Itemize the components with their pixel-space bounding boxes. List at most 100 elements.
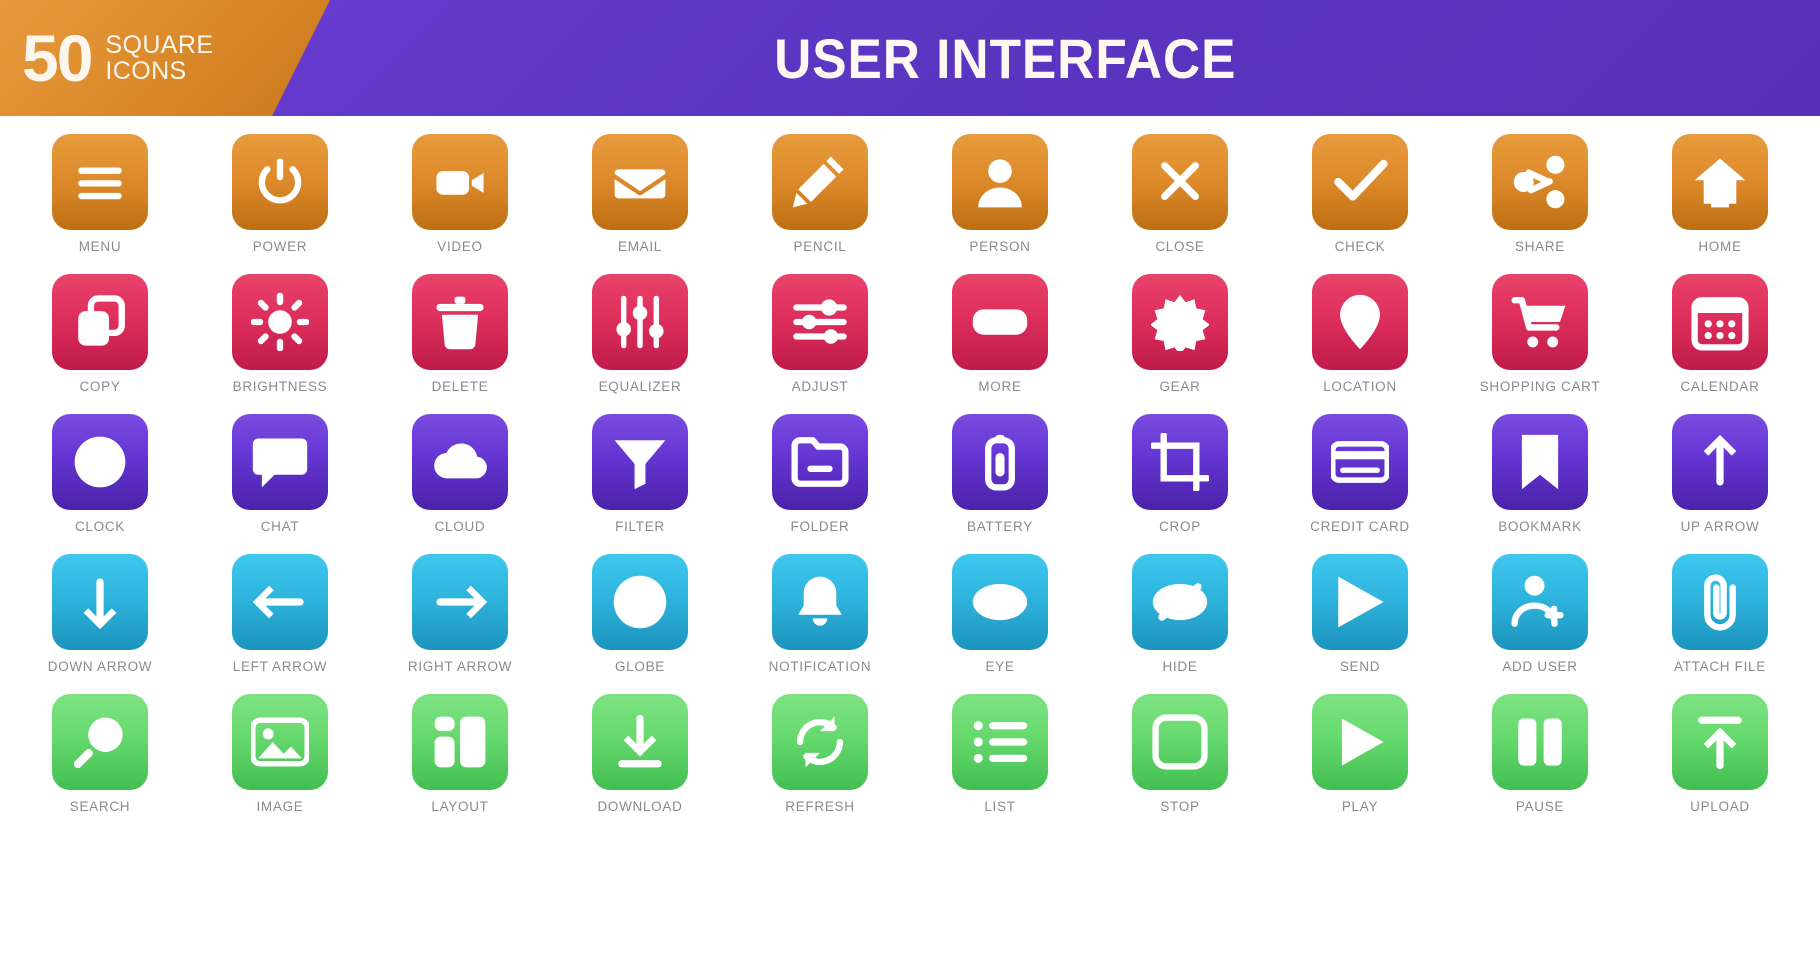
calendar-icon[interactable]: [1672, 274, 1768, 370]
add-user-icon[interactable]: [1492, 554, 1588, 650]
location-icon[interactable]: [1312, 274, 1408, 370]
pencil-icon[interactable]: [772, 134, 868, 230]
icon-cell-download[interactable]: DOWNLOAD: [562, 694, 718, 834]
upload-icon[interactable]: [1672, 694, 1768, 790]
right-arrow-icon[interactable]: [412, 554, 508, 650]
icon-cell-check[interactable]: CHECK: [1282, 134, 1438, 274]
more-icon[interactable]: [952, 274, 1048, 370]
icon-cell-chat[interactable]: CHAT: [202, 414, 358, 554]
icon-cell-folder[interactable]: FOLDER: [742, 414, 898, 554]
icon-cell-send[interactable]: SEND: [1282, 554, 1438, 694]
icon-cell-crop[interactable]: CROP: [1102, 414, 1258, 554]
icon-cell-stop[interactable]: STOP: [1102, 694, 1258, 834]
icon-cell-credit-card[interactable]: CREDIT CARD: [1282, 414, 1438, 554]
icon-cell-layout[interactable]: LAYOUT: [382, 694, 538, 834]
credit-card-icon[interactable]: [1312, 414, 1408, 510]
icon-cell-image[interactable]: IMAGE: [202, 694, 358, 834]
pause-icon[interactable]: [1492, 694, 1588, 790]
icon-cell-email[interactable]: EMAIL: [562, 134, 718, 274]
left-arrow-icon[interactable]: [232, 554, 328, 650]
icon-cell-right-arrow[interactable]: RIGHT ARROW: [382, 554, 538, 694]
refresh-icon[interactable]: [772, 694, 868, 790]
icon-cell-hide[interactable]: HIDE: [1102, 554, 1258, 694]
equalizer-icon[interactable]: [592, 274, 688, 370]
home-icon[interactable]: [1672, 134, 1768, 230]
icon-cell-more[interactable]: MORE: [922, 274, 1078, 414]
globe-icon[interactable]: [592, 554, 688, 650]
icon-cell-power[interactable]: POWER: [202, 134, 358, 274]
icon-cell-clock[interactable]: CLOCK: [22, 414, 178, 554]
icon-cell-video[interactable]: VIDEO: [382, 134, 538, 274]
icon-cell-menu[interactable]: MENU: [22, 134, 178, 274]
send-icon[interactable]: [1312, 554, 1408, 650]
list-icon[interactable]: [952, 694, 1048, 790]
image-icon[interactable]: [232, 694, 328, 790]
email-icon[interactable]: [592, 134, 688, 230]
icon-cell-globe[interactable]: GLOBE: [562, 554, 718, 694]
icon-cell-cloud[interactable]: CLOUD: [382, 414, 538, 554]
stop-icon[interactable]: [1132, 694, 1228, 790]
eye-icon[interactable]: [952, 554, 1048, 650]
icon-cell-location[interactable]: LOCATION: [1282, 274, 1438, 414]
icon-cell-filter[interactable]: FILTER: [562, 414, 718, 554]
shopping-cart-icon[interactable]: [1492, 274, 1588, 370]
delete-icon[interactable]: [412, 274, 508, 370]
icon-cell-upload[interactable]: UPLOAD: [1642, 694, 1798, 834]
share-icon[interactable]: [1492, 134, 1588, 230]
icon-cell-calendar[interactable]: CALENDAR: [1642, 274, 1798, 414]
icon-cell-close[interactable]: CLOSE: [1102, 134, 1258, 274]
crop-icon[interactable]: [1132, 414, 1228, 510]
chat-icon[interactable]: [232, 414, 328, 510]
menu-icon[interactable]: [52, 134, 148, 230]
search-icon[interactable]: [52, 694, 148, 790]
icon-cell-play[interactable]: PLAY: [1282, 694, 1438, 834]
notification-icon[interactable]: [772, 554, 868, 650]
down-arrow-icon[interactable]: [52, 554, 148, 650]
up-arrow-icon[interactable]: [1672, 414, 1768, 510]
icon-cell-up-arrow[interactable]: UP ARROW: [1642, 414, 1798, 554]
icon-cell-bookmark[interactable]: BOOKMARK: [1462, 414, 1618, 554]
clock-icon[interactable]: [52, 414, 148, 510]
copy-icon[interactable]: [52, 274, 148, 370]
filter-icon[interactable]: [592, 414, 688, 510]
icon-cell-attach-file[interactable]: ATTACH FILE: [1642, 554, 1798, 694]
hide-icon[interactable]: [1132, 554, 1228, 650]
icon-cell-notification[interactable]: NOTIFICATION: [742, 554, 898, 694]
icon-cell-pause[interactable]: PAUSE: [1462, 694, 1618, 834]
icon-cell-equalizer[interactable]: EQUALIZER: [562, 274, 718, 414]
icon-cell-eye[interactable]: EYE: [922, 554, 1078, 694]
play-icon[interactable]: [1312, 694, 1408, 790]
check-icon[interactable]: [1312, 134, 1408, 230]
icon-cell-gear[interactable]: GEAR: [1102, 274, 1258, 414]
brightness-icon[interactable]: [232, 274, 328, 370]
icon-cell-brightness[interactable]: BRIGHTNESS: [202, 274, 358, 414]
icon-cell-person[interactable]: PERSON: [922, 134, 1078, 274]
icon-cell-left-arrow[interactable]: LEFT ARROW: [202, 554, 358, 694]
icon-cell-copy[interactable]: COPY: [22, 274, 178, 414]
person-icon[interactable]: [952, 134, 1048, 230]
video-icon[interactable]: [412, 134, 508, 230]
power-icon[interactable]: [232, 134, 328, 230]
icon-cell-search[interactable]: SEARCH: [22, 694, 178, 834]
icon-cell-list[interactable]: LIST: [922, 694, 1078, 834]
icon-cell-home[interactable]: HOME: [1642, 134, 1798, 274]
icon-cell-down-arrow[interactable]: DOWN ARROW: [22, 554, 178, 694]
layout-icon[interactable]: [412, 694, 508, 790]
download-icon[interactable]: [592, 694, 688, 790]
icon-cell-delete[interactable]: DELETE: [382, 274, 538, 414]
attach-file-icon[interactable]: [1672, 554, 1768, 650]
icon-cell-adjust[interactable]: ADJUST: [742, 274, 898, 414]
close-icon[interactable]: [1132, 134, 1228, 230]
icon-cell-pencil[interactable]: PENCIL: [742, 134, 898, 274]
bookmark-icon[interactable]: [1492, 414, 1588, 510]
icon-cell-share[interactable]: SHARE: [1462, 134, 1618, 274]
icon-cell-refresh[interactable]: REFRESH: [742, 694, 898, 834]
icon-cell-battery[interactable]: BATTERY: [922, 414, 1078, 554]
cloud-icon[interactable]: [412, 414, 508, 510]
gear-icon[interactable]: [1132, 274, 1228, 370]
icon-cell-add-user[interactable]: ADD USER: [1462, 554, 1618, 694]
folder-icon[interactable]: [772, 414, 868, 510]
battery-icon[interactable]: [952, 414, 1048, 510]
icon-cell-shopping-cart[interactable]: SHOPPING CART: [1462, 274, 1618, 414]
adjust-icon[interactable]: [772, 274, 868, 370]
